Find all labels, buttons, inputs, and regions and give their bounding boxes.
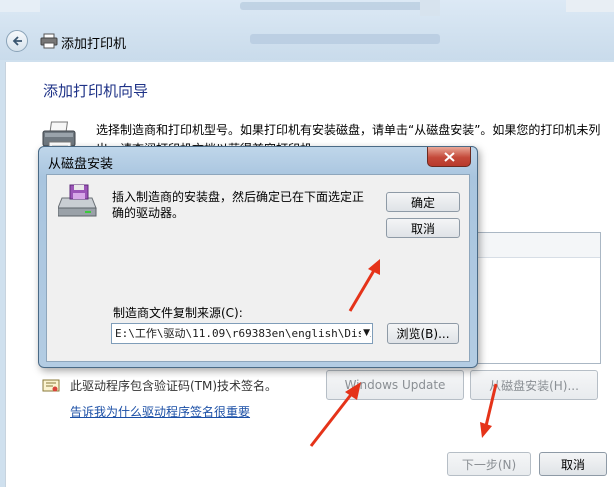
window-title: 添加打印机 [61,37,127,52]
annotation-arrow-icon [348,259,380,312]
ok-button[interactable]: 确定 [386,192,460,212]
close-button[interactable] [427,147,471,167]
disk-drive-icon [58,184,97,217]
back-button[interactable] [6,30,28,52]
source-path-value: E:\工作\驱动\11.09\r69383en\english\Disk [115,327,371,340]
printer-icon [40,33,58,49]
chevron-down-icon[interactable]: ▼ [361,324,370,343]
cancel-button[interactable]: 取消 [539,452,607,476]
why-signing-link[interactable]: 告诉我为什么驱动程序签名很重要 [70,403,250,420]
dialog-title: 从磁盘安装 [48,157,114,172]
blurred-background [420,0,440,16]
back-arrow-icon [12,36,22,46]
blurred-background [0,0,40,12]
list-header [476,233,600,258]
dialog-cancel-button[interactable]: 取消 [386,218,460,238]
source-label: 制造商文件复制来源(C): [113,306,243,320]
signature-status-text: 此驱动程序包含验证码(TM)技术签名。 [70,379,278,393]
next-button[interactable]: 下一步(N) [447,452,531,476]
window-titlebar: 添加打印机 [0,0,614,60]
blurred-background [250,34,440,44]
source-path-combobox[interactable]: E:\工作\驱动\11.09\r69383en\english\Disk ▼ [111,323,373,344]
browse-button[interactable]: 浏览(B)... [387,323,459,344]
blurred-background [566,0,614,12]
blurred-background [240,2,440,10]
dialog-message: 插入制造商的安装盘，然后确定已在下面选定正确的驱动器。 [112,190,365,220]
close-icon [444,152,455,162]
annotation-arrow-icon [309,382,361,447]
page-title: 添加打印机向导 [43,82,149,100]
certificate-icon [42,379,60,392]
printer-model-list[interactable] [475,232,601,364]
annotation-arrow-icon [480,383,498,438]
